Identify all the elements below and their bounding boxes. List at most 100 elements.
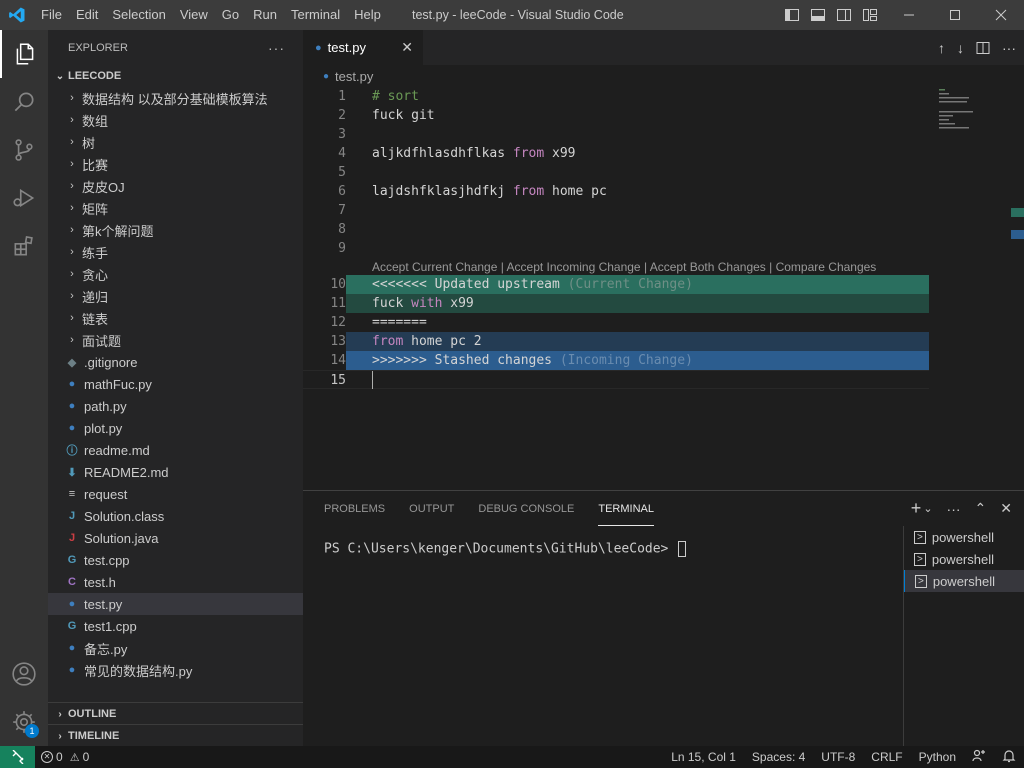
folder-item[interactable]: › 矩阵 [48,197,303,219]
file-item[interactable]: ● 常见的数据结构.py [48,659,303,681]
close-window-icon[interactable] [978,0,1024,30]
gear-icon[interactable]: 1 [0,698,48,746]
timeline-section[interactable]: › TIMELINE [48,724,303,747]
file-item[interactable]: ● mathFuc.py [48,373,303,395]
folder-item[interactable]: › 树 [48,131,303,153]
bottom-panel: PROBLEMS OUTPUT DEBUG CONSOLE TERMINAL +… [303,490,1024,747]
toggle-primary-sidebar-icon[interactable] [784,7,800,23]
file-type-icon: G [67,554,77,566]
file-item[interactable]: ⬇ README2.md [48,461,303,483]
terminal-item[interactable]: > powershell [904,548,1024,570]
workspace-root[interactable]: ⌄ LEECODE [48,65,303,87]
source-control-icon[interactable] [0,126,48,174]
title-bar: File Edit Selection View Go Run Terminal… [0,0,1024,30]
file-item[interactable]: ≡ request [48,483,303,505]
file-item[interactable]: Ctest.h [48,571,303,593]
terminal-list: > powershell > powershell > powershell [903,526,1024,747]
file-type-icon: G [67,620,77,632]
chevron-down-icon[interactable]: ⌄ [923,502,932,515]
feedback-icon[interactable] [964,749,994,766]
notifications-icon[interactable] [994,749,1024,766]
tab-test-py[interactable]: ● test.py ✕ [303,30,423,65]
search-icon[interactable] [0,78,48,126]
previous-conflict-icon[interactable]: ↑ [938,40,945,56]
toggle-panel-icon[interactable] [810,7,826,23]
problems-status[interactable]: ✕ 0 ⚠ 0 [41,750,89,764]
folder-item[interactable]: › 面试题 [48,329,303,351]
more-actions-icon[interactable]: ··· [1002,40,1016,56]
tab-output[interactable]: OUTPUT [409,491,454,526]
file-item[interactable]: ⓘ readme.md [48,439,303,461]
cursor-position[interactable]: Ln 15, Col 1 [663,750,744,764]
account-icon[interactable] [0,650,48,698]
menu-terminal[interactable]: Terminal [284,0,347,30]
file-item[interactable]: Gtest1.cpp [48,615,303,637]
folder-item[interactable]: › 皮皮OJ [48,175,303,197]
menu-go[interactable]: Go [215,0,246,30]
tab-debug-console[interactable]: DEBUG CONSOLE [478,491,574,526]
file-type-icon: ⓘ [66,445,78,457]
panel-actions: + ⌄ ··· ⌃ ✕ [911,491,1012,526]
file-item[interactable]: ● test.py [48,593,303,615]
more-actions-icon[interactable]: ··· [947,501,961,517]
minimap[interactable] [931,87,1024,490]
minimize-icon[interactable] [886,0,932,30]
breadcrumb-file[interactable]: test.py [335,69,373,84]
folder-item[interactable]: › 链表 [48,307,303,329]
terminal-item[interactable]: > powershell [904,570,1024,592]
toggle-secondary-sidebar-icon[interactable] [836,7,852,23]
folder-item[interactable]: › 第k个解问题 [48,219,303,241]
run-debug-icon[interactable] [0,174,48,222]
folder-item[interactable]: › 比赛 [48,153,303,175]
folder-item[interactable]: › 递归 [48,285,303,307]
menu-run[interactable]: Run [246,0,284,30]
menu-view[interactable]: View [173,0,215,30]
chevron-right-icon: › [70,202,74,214]
menu-selection[interactable]: Selection [105,0,172,30]
line-ending[interactable]: CRLF [863,750,910,764]
code-line: 1 # sort [338,89,419,104]
folder-item[interactable]: › 数据结构 以及部分基础模板算法 [48,87,303,109]
folder-item[interactable]: › 数组 [48,109,303,131]
tab-problems[interactable]: PROBLEMS [324,491,385,526]
file-item[interactable]: J Solution.class [48,505,303,527]
file-label: test.cpp [84,552,130,568]
maximize-icon[interactable] [932,0,978,30]
menu-help[interactable]: Help [347,0,388,30]
breadcrumb[interactable]: ● test.py [303,65,1024,87]
terminal-output[interactable]: PS C:\Users\kenger\Documents\GitHub\leeC… [324,541,687,557]
tab-terminal[interactable]: TERMINAL [598,491,654,526]
outline-section[interactable]: › OUTLINE [48,702,303,725]
file-item[interactable]: ◆ .gitignore [48,351,303,373]
editor-actions: ↑ ↓ ··· [938,30,1016,65]
next-conflict-icon[interactable]: ↓ [957,40,964,56]
encoding[interactable]: UTF-8 [813,750,863,764]
file-item[interactable]: ● path.py [48,395,303,417]
file-item[interactable]: ● 备忘.py [48,637,303,659]
terminal-item[interactable]: > powershell [904,526,1024,548]
menu-edit[interactable]: Edit [69,0,105,30]
maximize-panel-icon[interactable]: ⌃ [975,500,987,517]
file-item[interactable]: J Solution.java [48,527,303,549]
customize-layout-icon[interactable] [862,7,878,23]
close-tab-icon[interactable]: ✕ [401,39,413,56]
language-mode[interactable]: Python [911,750,964,764]
file-label: Solution.java [84,530,159,546]
chevron-right-icon: › [70,136,74,148]
split-editor-icon[interactable] [976,41,990,55]
file-type-icon: ● [68,642,76,654]
extensions-icon[interactable] [0,222,48,270]
explorer-icon[interactable] [0,30,48,78]
folder-item[interactable]: › 练手 [48,241,303,263]
file-type-icon: ≡ [68,488,76,500]
file-item[interactable]: ● plot.py [48,417,303,439]
file-item[interactable]: Gtest.cpp [48,549,303,571]
window-title: test.py - leeCode - Visual Studio Code [412,8,624,22]
remote-indicator-icon[interactable] [0,746,35,768]
new-terminal-icon[interactable]: + [911,498,922,519]
more-actions-icon[interactable]: ··· [268,40,285,56]
close-panel-icon[interactable]: ✕ [1000,500,1012,517]
folder-item[interactable]: › 贪心 [48,263,303,285]
indentation[interactable]: Spaces: 4 [744,750,813,764]
menu-file[interactable]: File [34,0,69,30]
